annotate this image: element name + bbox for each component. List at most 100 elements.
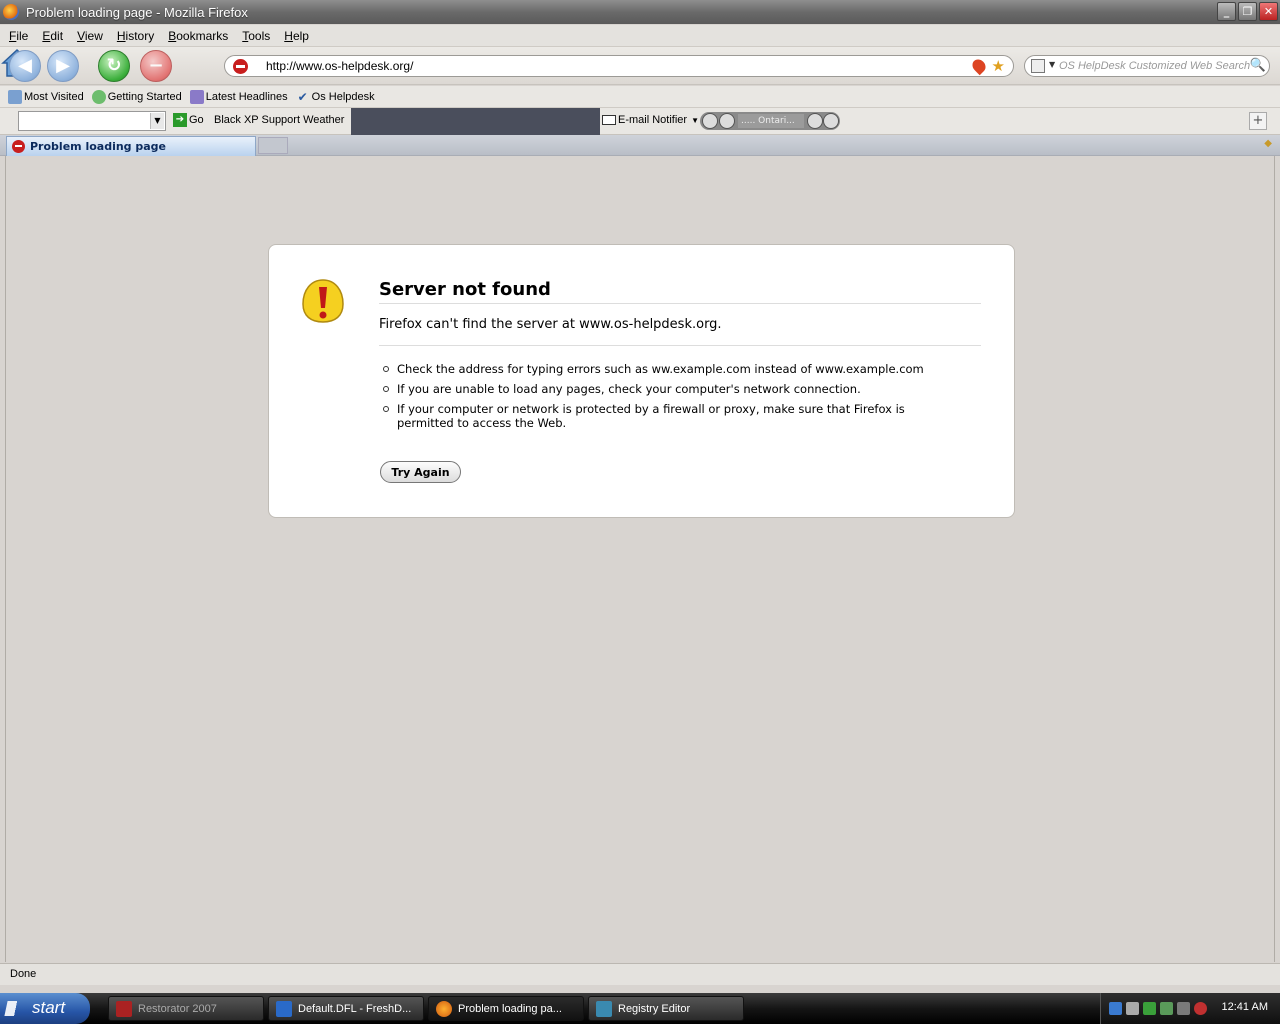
stop-playback-button[interactable] xyxy=(702,113,718,129)
bookmark-label: Latest Headlines xyxy=(205,90,288,103)
network-icon[interactable] xyxy=(1160,1002,1173,1015)
download-tray-icon[interactable] xyxy=(1109,1002,1122,1015)
title-bar: Problem loading page - Mozilla Firefox _… xyxy=(0,0,1280,24)
location-pin-icon[interactable] xyxy=(969,56,989,76)
url-text: http://www.os-helpdesk.org/ xyxy=(266,59,414,73)
tab-problem-loading-page[interactable]: Problem loading page xyxy=(6,136,256,156)
taskbar-item-firefox[interactable]: Problem loading pa... xyxy=(428,996,584,1021)
windows-flag-icon xyxy=(4,1001,28,1016)
search-icon[interactable]: 🔍 xyxy=(1250,58,1266,73)
search-placeholder: OS HelpDesk Customized Web Search xyxy=(1059,60,1251,72)
tray-app-icon[interactable] xyxy=(1143,1002,1156,1015)
navigation-toolbar: ◀ ▶ ↻ − http://www.os-helpdesk.org/ ★ ▼ … xyxy=(0,47,1280,85)
error-suggestions: Check the address for typing errors such… xyxy=(379,362,959,436)
try-again-button[interactable]: Try Again xyxy=(380,461,461,483)
tab-label: Problem loading page xyxy=(30,140,167,153)
chevron-down-icon[interactable]: ▼ xyxy=(150,113,164,129)
start-label: start xyxy=(32,998,66,1017)
tray-app-icon[interactable] xyxy=(1177,1002,1190,1015)
maximize-button[interactable]: ❐ xyxy=(1238,2,1257,21)
menu-history[interactable]: History xyxy=(112,29,159,43)
taskbar-item-restorator[interactable]: Restorator 2007 xyxy=(108,996,264,1021)
reload-button[interactable]: ↻ xyxy=(98,50,130,82)
security-shield-icon[interactable] xyxy=(1194,1002,1207,1015)
bookmark-os-helpdesk[interactable]: ✔ Os Helpdesk xyxy=(296,90,375,104)
suggestion-item: If you are unable to load any pages, che… xyxy=(379,382,959,396)
black-xp-support-weather-link[interactable]: Black XP Support Weather xyxy=(214,114,344,126)
warning-icon xyxy=(302,279,344,323)
page-content: Server not found Firefox can't find the … xyxy=(5,156,1275,962)
close-button[interactable]: ✕ xyxy=(1259,2,1278,21)
menu-bar: File Edit View History Bookmarks Tools H… xyxy=(0,25,1280,47)
custom-toolbar: ▼ ➔ Go Black XP Support Weather E-mail N… xyxy=(0,108,1280,135)
task-label: Problem loading pa... xyxy=(458,1002,562,1015)
menu-edit[interactable]: Edit xyxy=(37,29,68,43)
getting-started-icon xyxy=(91,89,106,104)
forward-arrow-icon: ▶ xyxy=(56,55,70,76)
back-button[interactable]: ◀ xyxy=(9,50,41,82)
radio-player: ..... Ontari... xyxy=(700,112,840,130)
search-engine-dropdown-icon[interactable]: ▼ xyxy=(1049,60,1055,69)
forward-button[interactable]: ▶ xyxy=(47,50,79,82)
suggestion-item: If your computer or network is protected… xyxy=(379,402,959,430)
tab-strip: Problem loading page ◆ xyxy=(0,135,1280,156)
player-menu-button[interactable] xyxy=(823,113,839,129)
search-box[interactable]: ▼ OS HelpDesk Customized Web Search 🔍 xyxy=(1024,55,1270,77)
firefox-icon xyxy=(3,4,19,20)
address-bar[interactable]: http://www.os-helpdesk.org/ ★ xyxy=(224,55,1014,77)
bookmark-getting-started[interactable]: Getting Started xyxy=(91,89,182,104)
add-toolbar-item-button[interactable]: + xyxy=(1249,112,1267,130)
rss-feed-icon xyxy=(189,89,204,104)
search-engine-icon[interactable] xyxy=(1031,59,1045,73)
folder-icon xyxy=(8,89,22,104)
window-title: Problem loading page - Mozilla Firefox xyxy=(26,4,248,20)
taskbar: start Restorator 2007 Default.DFL - Fres… xyxy=(0,993,1280,1024)
registry-editor-icon xyxy=(596,1000,612,1017)
bookmarks-toolbar: Most Visited Getting Started Latest Head… xyxy=(0,86,1280,108)
site-error-icon xyxy=(233,59,248,74)
window-controls: _ ❐ ✕ xyxy=(1217,2,1278,21)
go-label: Go xyxy=(189,114,204,126)
bookmark-most-visited[interactable]: Most Visited xyxy=(8,89,84,104)
task-label: Restorator 2007 xyxy=(138,1002,217,1015)
suggestion-item: Check the address for typing errors such… xyxy=(379,362,959,376)
play-button[interactable] xyxy=(719,113,735,129)
download-icon xyxy=(276,1000,292,1017)
menu-tools[interactable]: Tools xyxy=(237,29,275,43)
firefox-icon xyxy=(436,1000,452,1017)
status-text: Done xyxy=(10,968,37,980)
station-select[interactable]: ..... Ontari... xyxy=(738,114,804,128)
menu-bookmarks[interactable]: Bookmarks xyxy=(163,29,233,43)
restorator-icon xyxy=(116,1000,132,1017)
menu-view[interactable]: View xyxy=(72,29,108,43)
clock: 12:41 AM xyxy=(1221,1001,1268,1013)
stop-button[interactable]: − xyxy=(140,50,172,82)
minimize-button[interactable]: _ xyxy=(1217,2,1236,21)
back-arrow-icon: ◀ xyxy=(18,55,32,76)
email-notifier-label: E-mail Notifier xyxy=(618,114,688,126)
taskbar-item-freshdownload[interactable]: Default.DFL - FreshD... xyxy=(268,996,424,1021)
tray-app-icon[interactable] xyxy=(1126,1002,1139,1015)
error-title: Server not found xyxy=(379,279,981,304)
task-label: Registry Editor xyxy=(618,1002,691,1015)
error-panel: Server not found Firefox can't find the … xyxy=(268,244,1015,518)
envelope-icon xyxy=(602,115,616,125)
taskbar-item-registry-editor[interactable]: Registry Editor xyxy=(588,996,744,1021)
checkmark-icon: ✔ xyxy=(297,89,308,104)
toolbar-dark-panel xyxy=(351,108,600,135)
new-tab-area[interactable] xyxy=(258,137,288,154)
menu-help[interactable]: Help xyxy=(279,29,314,43)
bookmark-star-icon[interactable]: ★ xyxy=(992,57,1005,75)
start-button[interactable]: start xyxy=(0,993,90,1024)
email-notifier-button[interactable]: E-mail Notifier ▼ xyxy=(602,114,699,126)
volume-button[interactable] xyxy=(807,113,823,129)
go-button[interactable]: ➔ Go xyxy=(173,113,204,127)
bookmark-label: Os Helpdesk xyxy=(311,90,375,103)
toolbar-search-combo[interactable]: ▼ xyxy=(18,111,166,131)
bookmark-latest-headlines[interactable]: Latest Headlines xyxy=(189,89,288,104)
go-arrow-icon: ➔ xyxy=(173,113,187,127)
task-label: Default.DFL - FreshD... xyxy=(298,1002,412,1015)
menu-file[interactable]: File xyxy=(4,29,33,43)
reload-icon: ↻ xyxy=(106,55,122,76)
tab-list-icon[interactable]: ◆ xyxy=(1264,138,1272,149)
